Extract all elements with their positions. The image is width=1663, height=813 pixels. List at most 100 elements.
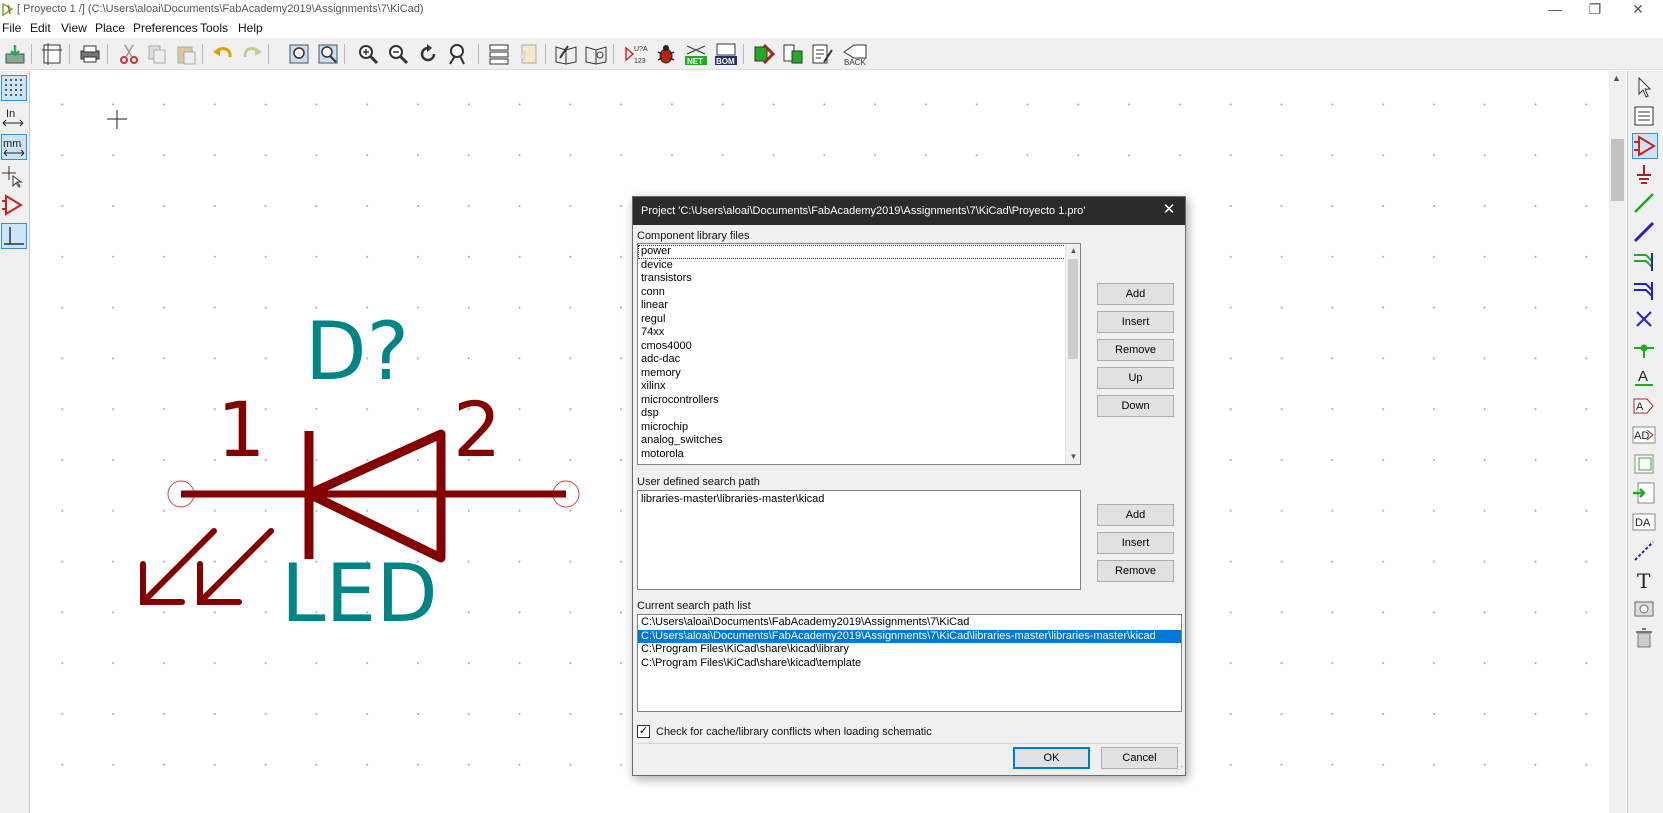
redraw-icon[interactable] — [416, 42, 440, 66]
component-lib-item[interactable]: adc-dac — [638, 353, 1080, 367]
lib-insert-button[interactable]: Insert — [1097, 311, 1174, 333]
component-lib-item[interactable]: microcontrollers — [638, 394, 1080, 408]
ok-button[interactable]: OK — [1013, 747, 1090, 769]
undo-icon[interactable] — [211, 42, 235, 66]
canvas-vertical-scrollbar[interactable]: ▲ — [1609, 71, 1626, 813]
minimize-button[interactable]: — — [1535, 0, 1575, 20]
print-icon[interactable] — [78, 42, 102, 66]
paste-icon[interactable] — [174, 42, 198, 66]
find-replace-icon[interactable] — [316, 42, 340, 66]
component-lib-item[interactable]: 74xx — [638, 326, 1080, 340]
select-tool-button[interactable] — [1632, 75, 1658, 101]
component-lib-item[interactable]: device — [638, 259, 1080, 273]
menu-help[interactable]: Help — [238, 21, 263, 35]
menu-file[interactable]: File — [2, 21, 21, 35]
hierarchical-label-button[interactable]: AD — [1632, 423, 1658, 449]
redo-icon[interactable] — [240, 42, 264, 66]
component-lib-item[interactable]: motorola — [638, 448, 1080, 462]
current-path-item[interactable]: C:\Users\aloai\Documents\FabAcademy2019\… — [638, 616, 1181, 630]
hierarchical-sheet-button[interactable] — [1632, 452, 1658, 478]
close-window-button[interactable]: ✕ — [1618, 0, 1658, 20]
sheet-pin-button[interactable]: DA — [1632, 510, 1658, 536]
current-path-list[interactable]: C:\Users\aloai\Documents\FabAcademy2019\… — [637, 614, 1182, 712]
netlist-icon[interactable]: NET — [684, 42, 708, 66]
global-label-button[interactable]: A — [1632, 394, 1658, 420]
component-libs-list[interactable]: power device transistors conn linear regul 74x… — [637, 243, 1081, 465]
cut-icon[interactable] — [117, 42, 141, 66]
wire-45-button[interactable] — [1, 223, 27, 249]
menu-view[interactable]: View — [61, 21, 87, 35]
resize-grip-icon[interactable]: ⋰ — [1175, 765, 1183, 774]
page-settings-icon[interactable] — [40, 42, 64, 66]
no-connect-button[interactable] — [1632, 307, 1658, 333]
import-sheet-pin-button[interactable] — [1632, 481, 1658, 507]
place-bus-button[interactable] — [1632, 220, 1658, 246]
lib-down-button[interactable]: Down — [1097, 395, 1174, 417]
path-add-button[interactable]: Add — [1097, 504, 1174, 526]
assign-footprints-icon[interactable] — [752, 42, 776, 66]
path-remove-button[interactable]: Remove — [1097, 560, 1174, 582]
component-lib-item[interactable]: power — [638, 245, 1080, 259]
annotate-icon[interactable]: U?A 123 — [624, 42, 648, 66]
save-icon[interactable] — [3, 42, 27, 66]
component-lib-item[interactable]: microchip — [638, 421, 1080, 435]
copy-icon[interactable] — [145, 42, 169, 66]
wire-to-bus-entry-button[interactable] — [1632, 249, 1658, 275]
leave-sheet-icon[interactable] — [516, 42, 540, 66]
current-path-item[interactable]: C:\Program Files\KiCad\share\kicad\libra… — [638, 643, 1181, 657]
hierarchy-icon[interactable] — [487, 42, 511, 66]
current-path-item[interactable]: C:\Users\aloai\Documents\FabAcademy2019\… — [638, 629, 1181, 643]
check-conflicts-checkbox[interactable]: ✓ — [637, 725, 650, 738]
place-power-button[interactable] — [1632, 162, 1658, 188]
component-libs-scrollbar[interactable]: ▲ ▼ — [1065, 244, 1080, 464]
scroll-up-icon[interactable]: ▲ — [1612, 73, 1621, 83]
maximize-button[interactable]: ❐ — [1575, 0, 1615, 20]
component-lib-item[interactable]: analog_switches — [638, 434, 1080, 448]
show-hidden-pins-button[interactable] — [1, 193, 27, 219]
text-button[interactable]: T — [1632, 568, 1658, 594]
cursor-shape-button[interactable] — [1, 164, 27, 190]
lib-up-button[interactable]: Up — [1097, 367, 1174, 389]
component-lib-item[interactable]: conn — [638, 286, 1080, 300]
zoom-fit-icon[interactable] — [446, 42, 470, 66]
component-lib-item[interactable]: memory — [638, 367, 1080, 381]
units-mm-button[interactable]: mm — [1, 134, 27, 160]
current-path-item[interactable]: C:\Program Files\KiCad\share\kicad\templ… — [638, 657, 1181, 671]
user-path-list[interactable]: libraries-master\libraries-master\kicad — [637, 490, 1081, 590]
component-lib-item[interactable]: regul — [638, 313, 1080, 327]
cancel-button[interactable]: Cancel — [1101, 747, 1178, 769]
component-lib-item[interactable]: cmos4000 — [638, 340, 1080, 354]
delete-item-button[interactable] — [1632, 626, 1658, 652]
back-import-icon[interactable]: BACK — [840, 42, 870, 66]
component-lib-item[interactable]: transistors — [638, 272, 1080, 286]
zoom-in-icon[interactable] — [356, 42, 380, 66]
library-editor-icon[interactable] — [554, 42, 578, 66]
path-insert-button[interactable]: Insert — [1097, 532, 1174, 554]
bom-icon[interactable]: BOM — [714, 42, 738, 66]
component-lib-item[interactable]: xilinx — [638, 380, 1080, 394]
grid-toggle-button[interactable] — [1, 75, 27, 101]
pcbnew-icon[interactable] — [810, 42, 834, 66]
place-component-button[interactable] — [1632, 133, 1658, 159]
menu-tools[interactable]: Tools — [200, 21, 228, 35]
bus-to-bus-entry-button[interactable] — [1632, 278, 1658, 304]
component-lib-item[interactable]: linear — [638, 299, 1080, 313]
menu-preferences[interactable]: Preferences — [133, 21, 198, 35]
erc-icon[interactable] — [654, 42, 678, 66]
net-label-button[interactable]: A — [1632, 365, 1658, 391]
scrollbar-thumb[interactable] — [1611, 139, 1624, 201]
cvpcb-icon[interactable] — [781, 42, 805, 66]
led-symbol[interactable]: 1 2 D? LED — [140, 305, 580, 640]
user-path-item[interactable]: libraries-master\libraries-master\kicad — [638, 493, 1080, 507]
menu-place[interactable]: Place — [95, 21, 125, 35]
dialog-close-icon[interactable]: ✕ — [1159, 200, 1179, 220]
find-icon[interactable] — [287, 42, 311, 66]
image-button[interactable] — [1632, 597, 1658, 623]
lib-remove-button[interactable]: Remove — [1097, 339, 1174, 361]
units-inch-button[interactable]: In — [1, 105, 27, 131]
zoom-out-icon[interactable] — [386, 42, 410, 66]
library-browser-icon[interactable] — [584, 42, 608, 66]
lib-add-button[interactable]: Add — [1097, 283, 1174, 305]
junction-button[interactable] — [1632, 336, 1658, 362]
menu-edit[interactable]: Edit — [30, 21, 51, 35]
